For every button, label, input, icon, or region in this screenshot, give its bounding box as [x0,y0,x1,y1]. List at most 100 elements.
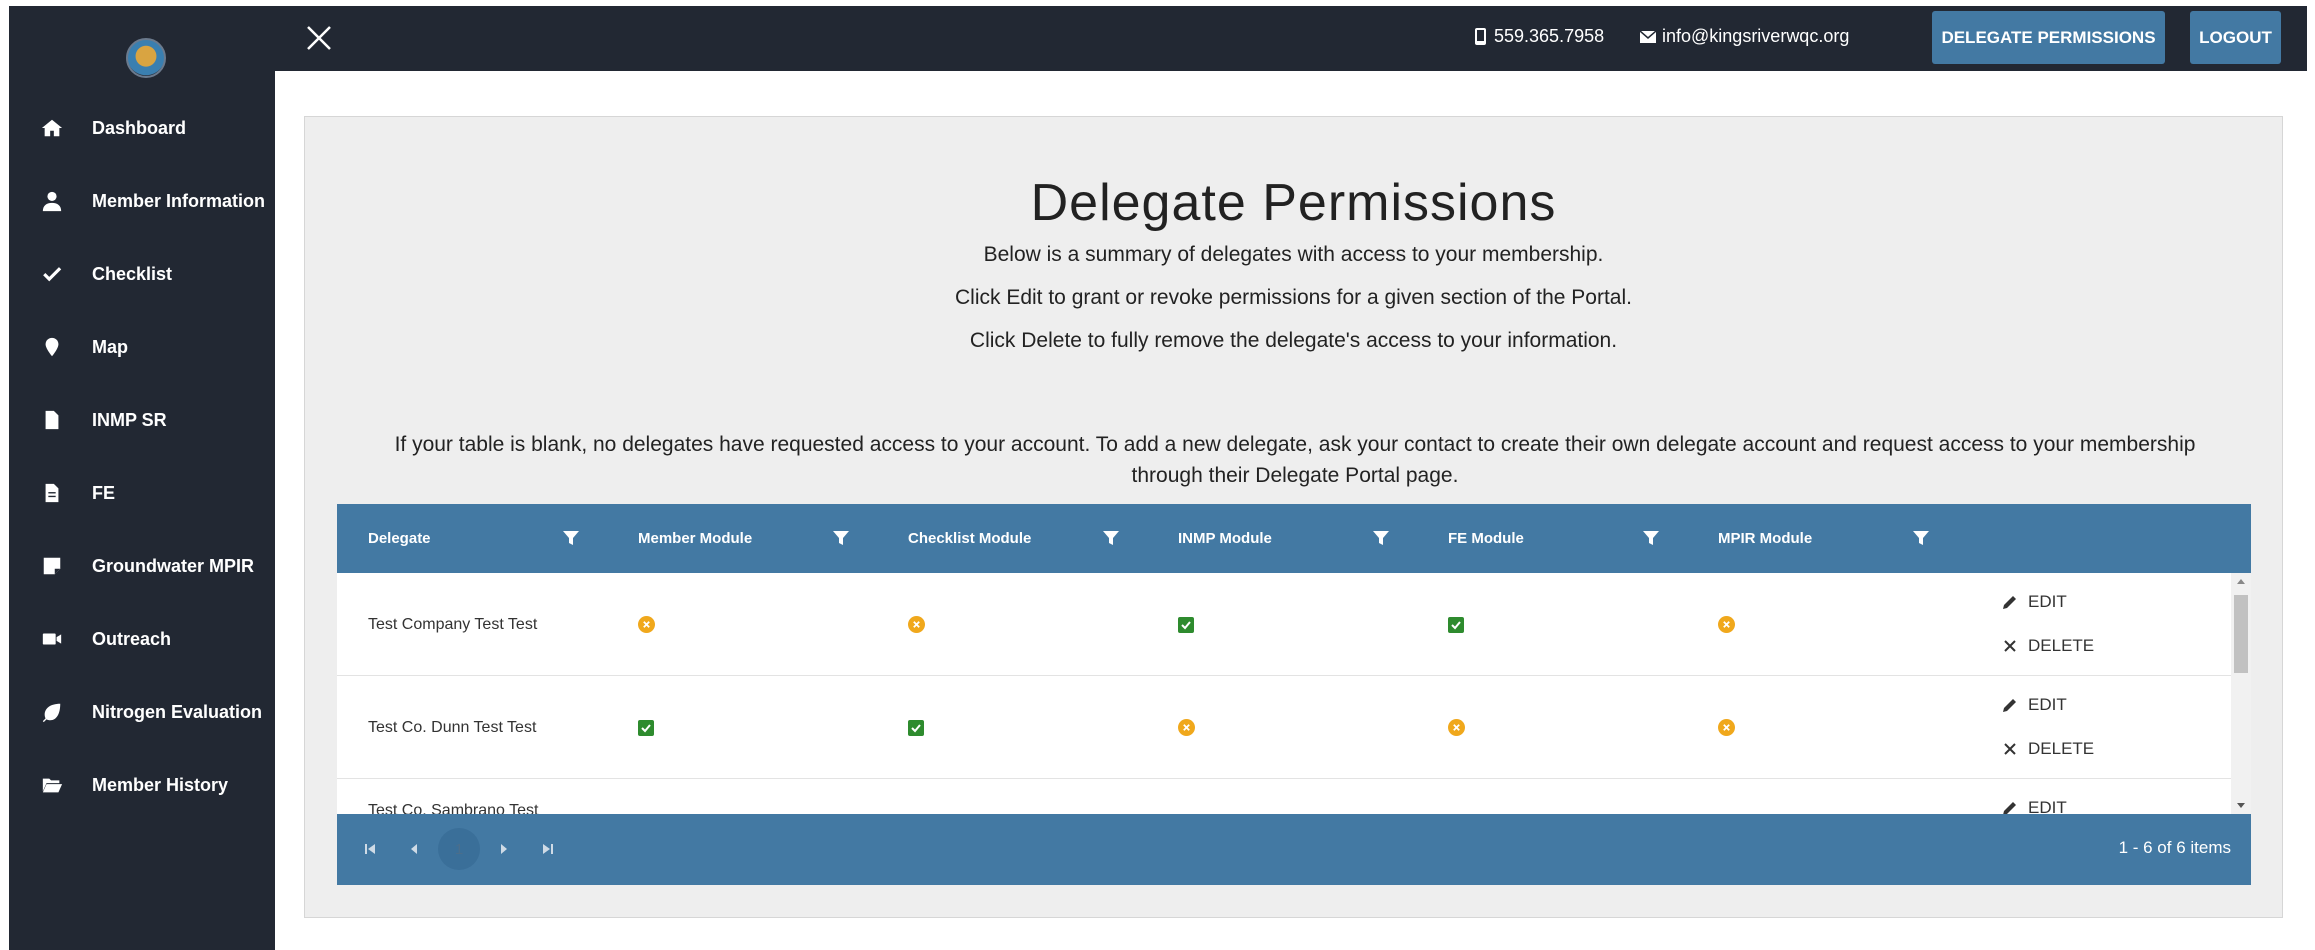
edit-label: EDIT [2028,695,2067,714]
phone-number: 559.365.7958 [1494,26,1605,46]
first-page-icon[interactable] [359,838,381,860]
sidebar-item-label: Member History [92,774,229,795]
permission-denied-cell [1448,676,1465,779]
edit-label: EDIT [2028,592,2067,611]
x-circle-icon [1718,616,1735,633]
delete-label: DELETE [2028,739,2095,758]
pencil-icon [2003,596,2016,609]
sidebar-item-label: Map [92,336,128,357]
email-contact[interactable]: info@kingsriverwqc.org [1640,26,1849,47]
pager-info: 1 - 6 of 6 items [2118,838,2231,857]
column-header-fe-module[interactable]: FE Module [1448,504,1524,573]
organization-logo[interactable] [126,38,166,78]
delegate-permissions-button[interactable]: DELEGATE PERMISSIONS [1932,11,2165,64]
home-icon [39,115,65,141]
delete-label: DELETE [2028,636,2095,655]
scrollbar-thumb[interactable] [2234,595,2248,673]
table-row: Test Company Test Test EDIT DELETE [337,573,2231,676]
sidebar-item-label: Dashboard [92,117,187,138]
permission-granted-cell [1178,573,1194,676]
sidebar-item-nitrogen-evaluation[interactable]: Nitrogen Evaluation [9,684,275,740]
video-camera-icon [39,626,65,652]
phone-contact[interactable]: 559.365.7958 [1473,26,1604,47]
sidebar: Dashboard Member Information Checklist M… [9,6,275,950]
delegates-table: Delegate Member Module Checklist Module … [337,504,2251,885]
next-page-icon[interactable] [493,838,515,860]
sidebar-item-label: INMP SR [92,409,167,430]
scroll-up-icon[interactable] [2237,579,2245,584]
permission-denied-cell [1178,676,1195,779]
sidebar-item-label: Member Information [92,190,266,211]
sidebar-item-inmp-sr[interactable]: INMP SR [9,392,275,448]
sidebar-item-member-history[interactable]: Member History [9,757,275,813]
sidebar-item-member-information[interactable]: Member Information [9,173,275,229]
delegate-name: Test Company Test Test [368,615,538,633]
user-icon [39,188,65,214]
top-bar: 559.365.7958 info@kingsriverwqc.org DELE… [275,6,2307,71]
logout-button[interactable]: LOGOUT [2190,11,2281,64]
x-circle-icon [1178,719,1195,736]
filter-icon[interactable] [1643,530,1659,546]
filter-icon[interactable] [1103,530,1119,546]
pencil-icon [2003,699,2016,712]
sidebar-item-label: FE [92,482,116,503]
page-title: Delegate Permissions [1030,174,1557,232]
permission-denied-cell [908,573,925,676]
folder-open-icon [39,772,65,798]
email-address: info@kingsriverwqc.org [1662,26,1850,46]
envelope-icon [1640,30,1656,43]
column-header-checklist-module[interactable]: Checklist Module [908,504,1031,573]
checkmark-icon [39,261,65,287]
scroll-down-icon[interactable] [2237,803,2245,808]
column-header-mpir-module[interactable]: MPIR Module [1718,504,1812,573]
check-square-icon [908,719,924,736]
sidebar-item-outreach[interactable]: Outreach [9,611,275,667]
close-icon [2004,640,2016,652]
edit-button[interactable]: EDIT [2002,592,2067,612]
x-circle-icon [1718,719,1735,736]
table-pager: 1 1 - 6 of 6 items [337,814,2251,885]
table-header: Delegate Member Module Checklist Module … [337,504,2251,573]
check-square-icon [1448,616,1464,633]
sidebar-item-checklist[interactable]: Checklist [9,246,275,302]
previous-page-icon[interactable] [403,838,425,860]
close-icon[interactable] [303,22,335,54]
current-page-button[interactable]: 1 [438,828,480,870]
last-page-icon[interactable] [537,838,559,860]
column-header-delegate[interactable]: Delegate [368,504,431,573]
delegate-permissions-panel: Delegate Permissions Below is a summary … [304,116,2283,918]
permission-denied-cell [1718,676,1735,779]
permission-granted-cell [1448,573,1464,676]
sidebar-item-label: Outreach [92,628,172,649]
phone-icon [1475,28,1486,45]
permission-denied-cell [638,573,655,676]
sidebar-item-map[interactable]: Map [9,319,275,375]
sidebar-item-fe[interactable]: FE [9,465,275,521]
column-header-inmp-module[interactable]: INMP Module [1178,504,1272,573]
filter-icon[interactable] [833,530,849,546]
description-line: Below is a summary of delegates with acc… [983,243,1604,266]
table-row: Test Co. Dunn Test Test EDIT DELETE [337,676,2231,779]
sidebar-item-label: Nitrogen Evaluation [92,701,263,722]
filter-icon[interactable] [1373,530,1389,546]
x-circle-icon [1448,719,1465,736]
blank-table-note: If your table is blank, no delegates hav… [394,433,2196,487]
file-text-icon [39,480,65,506]
map-pin-icon [39,334,65,360]
table-scrollbar[interactable] [2231,573,2251,814]
column-header-member-module[interactable]: Member Module [638,504,752,573]
delete-button[interactable]: DELETE [2002,636,2094,656]
permission-denied-cell [1718,573,1735,676]
edit-button[interactable]: EDIT [2002,695,2067,715]
description-line: Click Delete to fully remove the delegat… [969,329,1618,352]
filter-icon[interactable] [1913,530,1929,546]
sidebar-item-label: Groundwater MPIR [92,555,255,576]
sidebar-item-label: Checklist [92,263,173,284]
sidebar-item-dashboard[interactable]: Dashboard [9,100,275,156]
permission-granted-cell [638,676,654,779]
filter-icon[interactable] [563,530,579,546]
sticky-note-icon [39,553,65,579]
check-square-icon [1178,616,1194,633]
delete-button[interactable]: DELETE [2002,739,2094,759]
sidebar-item-groundwater-mpir[interactable]: Groundwater MPIR [9,538,275,594]
